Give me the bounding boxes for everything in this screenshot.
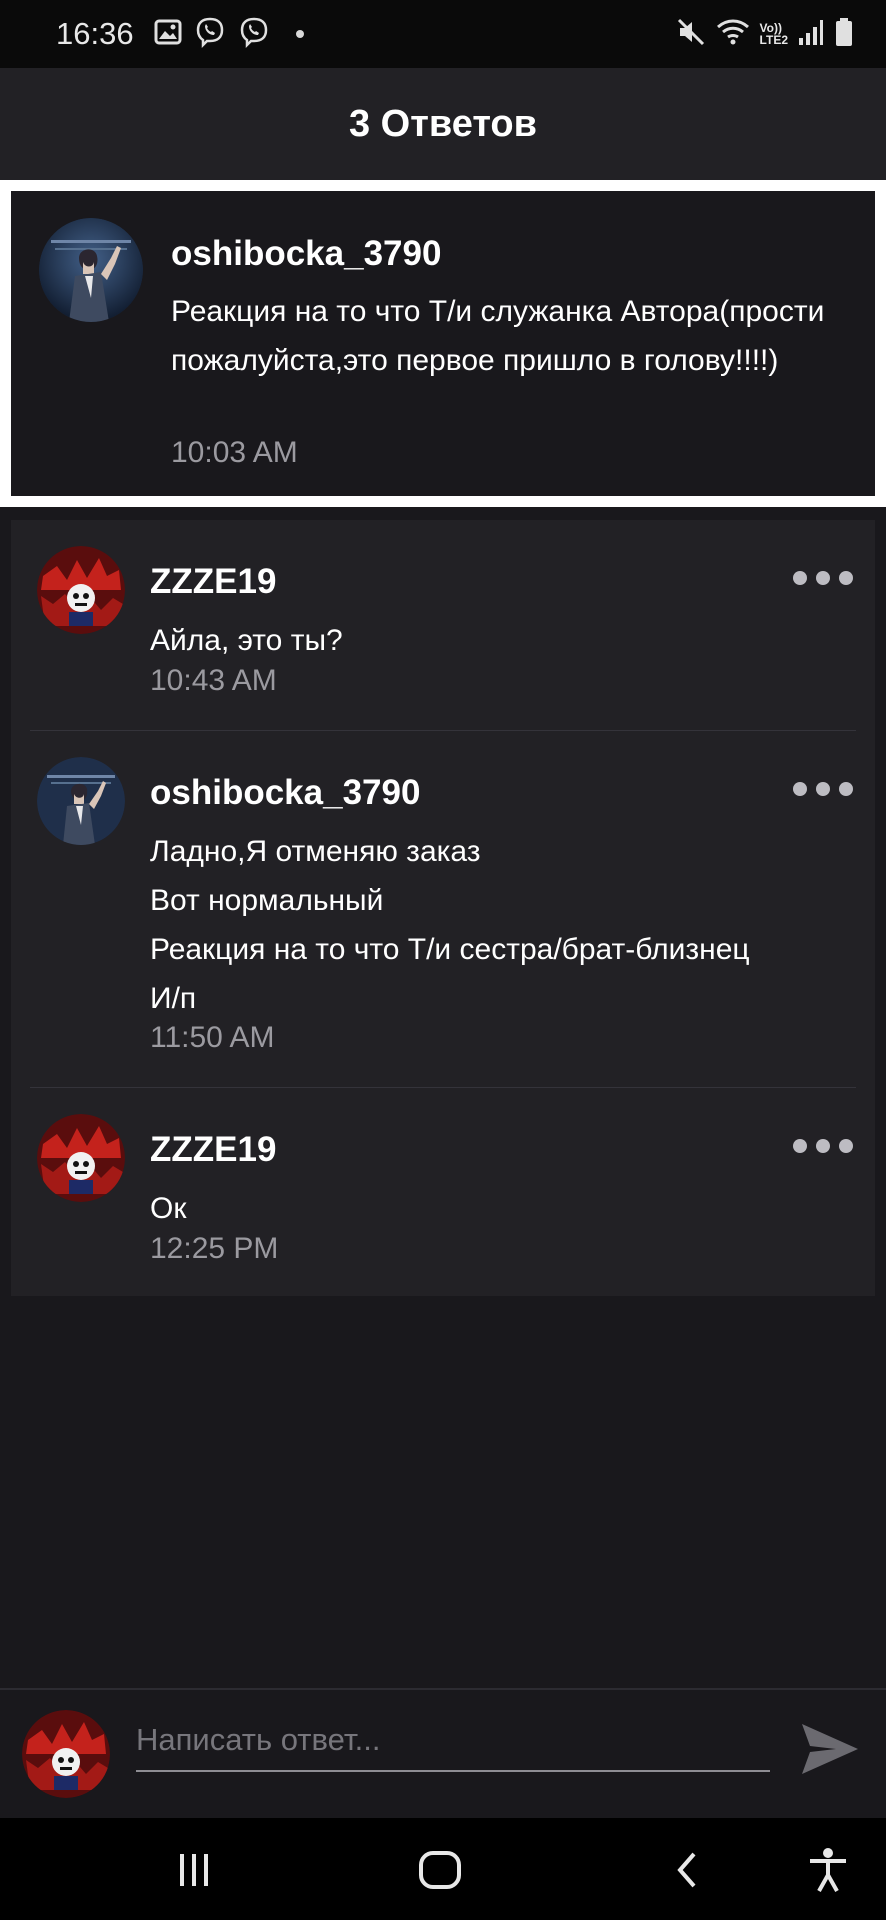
reply-time: 10:43 AM [150,664,277,697]
avatar[interactable] [39,218,143,322]
header: 3 Ответов [0,68,886,180]
status-right: Vo)) LTE2 [676,17,854,52]
replies-screen: 16:36 Vo)) LTE2 3 Ответов oshibocka_3790… [0,0,886,1920]
more-options-button[interactable] [793,1131,853,1161]
viber-icon [238,16,270,53]
network-label-bottom: LTE2 [759,33,788,47]
post-time: 10:03 AM [171,436,298,469]
avatar [22,1710,110,1798]
reply-text: Ок [150,1192,187,1225]
more-options-button[interactable] [793,563,853,593]
more-icon-dot [816,571,830,585]
signal-icon [798,18,824,51]
send-button[interactable] [796,1716,862,1782]
gallery-icon [154,19,182,50]
more-icon-dot [839,782,853,796]
original-post-highlight: oshibocka_3790 Реакция на то что Т/и слу… [0,180,886,507]
status-left: 16:36 [56,16,304,53]
viber-icon [194,16,226,53]
reply-author[interactable]: oshibocka_3790 [150,773,420,813]
reply-author[interactable]: ZZZE19 [150,562,276,602]
network-type: Vo)) LTE2 [760,22,788,46]
more-icon [793,782,807,796]
more-icon-dot [816,782,830,796]
notification-dot [295,30,304,38]
mute-icon [676,17,706,52]
reply-text: Айла, это ты? [150,624,343,657]
send-icon [802,1724,858,1774]
home-icon [419,1851,461,1889]
reply-author[interactable]: ZZZE19 [150,1130,276,1170]
page-title: 3 Ответов [348,102,538,145]
reply-item: oshibocka_3790 Ладно,Я отменяю заказ Вот… [11,731,875,1087]
more-icon-dot [839,1139,853,1153]
avatar[interactable] [37,757,125,845]
more-icon-dot [816,1139,830,1153]
reply-input-bar [0,1688,886,1818]
recent-apps-icon [180,1854,208,1886]
more-icon [793,571,807,585]
reply-time: 12:25 PM [150,1232,279,1265]
more-options-button[interactable] [793,774,853,804]
accessibility-button[interactable] [800,1842,856,1898]
accessibility-icon [810,1848,846,1892]
back-button[interactable] [660,1842,716,1898]
replies-list: ZZZE19 Айла, это ты? 10:43 AM oshibocka_… [11,520,875,1296]
status-bar: 16:36 Vo)) LTE2 [0,0,886,68]
system-navigation-bar [0,1818,886,1920]
avatar[interactable] [37,546,125,634]
more-icon [793,1139,807,1153]
back-icon [677,1852,696,1888]
reply-item: ZZZE19 Ок 12:25 PM [11,1088,875,1296]
wifi-icon [716,18,750,51]
post-author[interactable]: oshibocka_3790 [171,234,441,274]
recent-apps-button[interactable] [166,1842,222,1898]
home-button[interactable] [412,1842,468,1898]
original-post[interactable]: oshibocka_3790 Реакция на то что Т/и слу… [11,191,875,496]
reply-time: 11:50 AM [150,1021,275,1054]
reply-text-line: Ладно,Я отменяю заказ [150,835,481,868]
avatar[interactable] [37,1114,125,1202]
reply-text-line: И/п [150,982,197,1015]
status-time: 16:36 [56,16,134,51]
reply-input[interactable] [136,1710,770,1772]
more-icon-dot [839,571,853,585]
battery-icon [834,17,854,52]
post-text: Реакция на то что Т/и служанка Автора(пр… [171,295,825,377]
reply-text-line: Реакция на то что Т/и сестра/брат-близне… [150,933,750,966]
reply-item: ZZZE19 Айла, это ты? 10:43 AM [11,520,875,730]
reply-text-line: Вот нормальный [150,884,384,917]
